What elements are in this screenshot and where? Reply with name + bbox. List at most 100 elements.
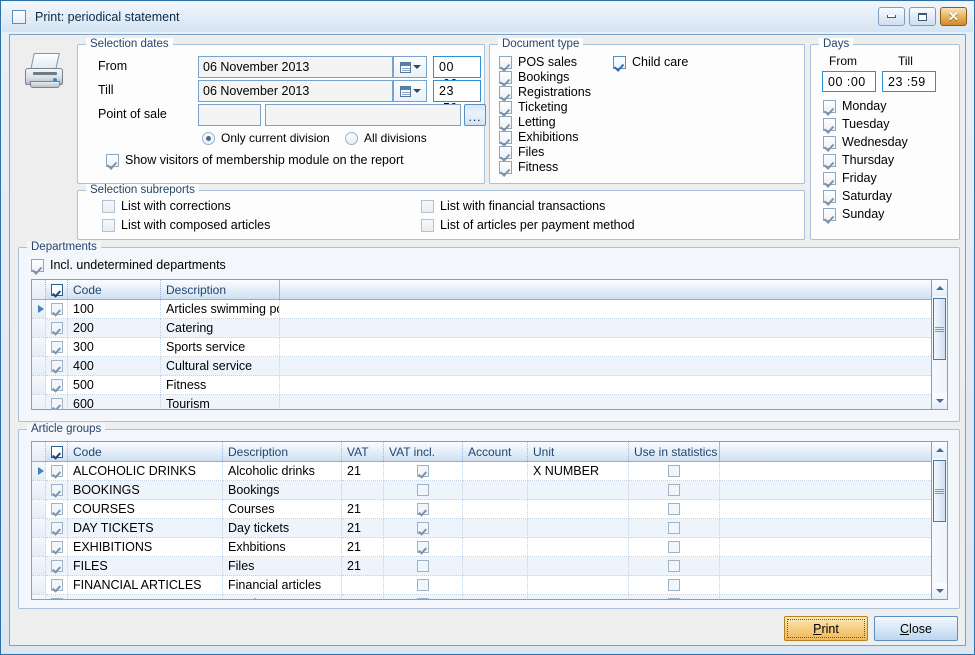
from-calendar-button[interactable] [393,56,427,78]
row-checkbox[interactable] [46,395,68,409]
departments-grid[interactable]: Code Description 100 Articles swimming p… [31,279,948,410]
checkbox-letting[interactable]: Letting [499,115,556,129]
checkbox-show-visitors-membership[interactable]: Show visitors of membership module on th… [106,153,404,167]
table-row[interactable]: FINANCIAL ARTICLES Financial articles [32,576,947,595]
table-row[interactable]: 300 Sports service [32,338,947,357]
from-date-input[interactable]: 06 November 2013 [198,56,393,78]
maximize-button[interactable] [909,7,936,26]
row-checkbox[interactable] [46,319,68,338]
scrollbar-thumb[interactable] [933,298,946,360]
row-checkbox[interactable] [46,300,68,319]
table-row[interactable]: DAY TICKETS Day tickets 21 [32,519,947,538]
scroll-down-button[interactable] [932,583,947,599]
column-header-account[interactable]: Account [463,442,528,461]
table-row[interactable]: 200 Catering [32,319,947,338]
cell-vat-incl[interactable] [384,481,463,500]
cell-use-in-statistics[interactable] [629,576,720,595]
checkbox-list-with-financial-transactions[interactable]: List with financial transactions [421,199,605,213]
cell-vat-incl[interactable] [384,500,463,519]
row-checkbox[interactable] [46,576,68,595]
cell-use-in-statistics[interactable] [629,557,720,576]
row-checkbox[interactable] [46,595,68,599]
checkbox-tuesday[interactable]: Tuesday [823,117,889,131]
row-checkbox[interactable] [46,462,68,481]
checkbox-child-care[interactable]: Child care [613,55,688,69]
column-header-use-in-statistics[interactable]: Use in statistics [629,442,720,461]
row-checkbox[interactable] [46,357,68,376]
table-row[interactable]: EXHIBITIONS Exhbitions 21 [32,538,947,557]
table-row[interactable]: 400 Cultural service [32,357,947,376]
days-from-time-input[interactable]: 00 :00 [822,71,876,92]
table-row[interactable]: COURSES Courses 21 [32,500,947,519]
departments-scrollbar[interactable] [931,279,948,410]
scroll-down-button[interactable] [932,393,947,409]
close-button[interactable]: ✕ [940,7,967,26]
table-row[interactable]: BOOKINGS Bookings [32,481,947,500]
checkbox-list-of-articles-per-payment-method[interactable]: List of articles per payment method [421,218,635,232]
cell-use-in-statistics[interactable] [629,500,720,519]
scroll-up-button[interactable] [932,280,947,296]
table-row[interactable]: 100 Articles swimming pool [32,300,947,319]
print-button[interactable]: Print [784,616,868,641]
scroll-up-button[interactable] [932,442,947,458]
select-all-header-checkbox[interactable] [46,442,68,461]
till-time-input[interactable]: 23 :59 [433,80,481,115]
checkbox-thursday[interactable]: Thursday [823,153,894,167]
column-header-unit[interactable]: Unit [528,442,629,461]
checkbox-registrations[interactable]: Registrations [499,85,591,99]
cell-use-in-statistics[interactable] [629,462,720,481]
table-row[interactable]: ALCOHOLIC DRINKS Alcoholic drinks 21 X N… [32,462,947,481]
row-checkbox[interactable] [46,338,68,357]
cell-use-in-statistics[interactable] [629,519,720,538]
cell-vat-incl[interactable] [384,595,463,599]
row-checkbox[interactable] [46,538,68,557]
table-row[interactable]: FILES Files 21 [32,557,947,576]
radio-all-divisions[interactable]: All divisions [345,131,427,145]
column-header-code[interactable]: Code [68,280,161,299]
select-all-header-checkbox[interactable] [46,280,68,299]
point-of-sale-browse-button[interactable]: ... [464,104,486,126]
till-calendar-button[interactable] [393,80,427,102]
column-header-description[interactable]: Description [223,442,342,461]
column-header-vat[interactable]: VAT [342,442,384,461]
row-checkbox[interactable] [46,376,68,395]
cell-use-in-statistics[interactable] [629,481,720,500]
table-row[interactable]: 500 Fitness [32,376,947,395]
checkbox-pos-sales[interactable]: POS sales [499,55,577,69]
from-time-input[interactable]: 00 :00 [433,56,481,91]
article-groups-scrollbar[interactable] [931,441,948,600]
checkbox-fitness[interactable]: Fitness [499,160,558,174]
days-till-time-input[interactable]: 23 :59 [882,71,936,92]
checkbox-saturday[interactable]: Saturday [823,189,892,203]
column-header-code[interactable]: Code [68,442,223,461]
till-date-input[interactable]: 06 November 2013 [198,80,393,102]
checkbox-wednesday[interactable]: Wednesday [823,135,908,149]
radio-only-current-division[interactable]: Only current division [202,131,330,145]
cell-use-in-statistics[interactable] [629,595,720,599]
checkbox-files[interactable]: Files [499,145,544,159]
cell-vat-incl[interactable] [384,519,463,538]
column-header-description[interactable]: Description [161,280,280,299]
cell-use-in-statistics[interactable] [629,538,720,557]
checkbox-sunday[interactable]: Sunday [823,207,884,221]
row-checkbox[interactable] [46,481,68,500]
row-checkbox[interactable] [46,519,68,538]
checkbox-friday[interactable]: Friday [823,171,877,185]
checkbox-monday[interactable]: Monday [823,99,886,113]
row-checkbox[interactable] [46,557,68,576]
checkbox-list-with-corrections[interactable]: List with corrections [102,199,231,213]
cell-vat-incl[interactable] [384,557,463,576]
cell-vat-incl[interactable] [384,462,463,481]
checkbox-list-with-composed-articles[interactable]: List with composed articles [102,218,270,232]
checkbox-exhibitions[interactable]: Exhibitions [499,130,578,144]
checkbox-ticketing[interactable]: Ticketing [499,100,568,114]
article-groups-grid[interactable]: Code Description VAT VAT incl. Account U… [31,441,948,600]
checkbox-incl-undetermined-departments[interactable]: Incl. undetermined departments [31,258,226,272]
point-of-sale-name-input[interactable] [265,104,461,126]
point-of-sale-code-input[interactable] [198,104,261,126]
table-row[interactable]: FOOD Food 21 [32,595,947,599]
column-header-vat-incl[interactable]: VAT incl. [384,442,463,461]
checkbox-bookings[interactable]: Bookings [499,70,569,84]
cell-vat-incl[interactable] [384,576,463,595]
close-dialog-button[interactable]: Close [874,616,958,641]
